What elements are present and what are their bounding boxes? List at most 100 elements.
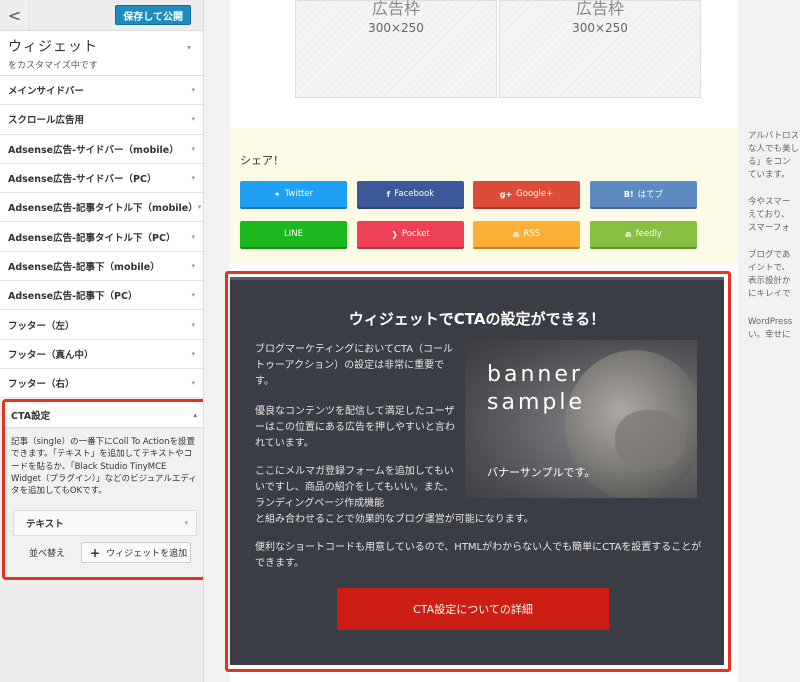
panel-title: ウィジェット — [8, 39, 98, 55]
chevron-down-icon: ▾ — [191, 349, 195, 358]
share-label: RSS — [523, 229, 541, 239]
share-section: シェア！ ✦ Twitter f Facebook g+ Google+ B! はてブ … — [230, 128, 738, 264]
cta-settings-section: CTA設定 ▴ 記事（single）の一番下にColl To Actionを設置… — [2, 399, 203, 580]
ad-size: 300×250 — [572, 21, 628, 35]
share-label: Pocket — [401, 229, 430, 239]
section-footer-right[interactable]: フッター（右） ▾ — [0, 368, 203, 399]
section-scroll-ad[interactable]: スクロール広告用 ▾ — [0, 105, 203, 135]
section-adsense-bottom-pc[interactable]: Adsense広告-記事下（PC） ▾ — [0, 281, 203, 311]
pocket-icon: ❯ — [391, 229, 398, 239]
f-icon: f — [386, 189, 391, 199]
reorder-link[interactable]: 並べ替え — [29, 546, 65, 559]
sidebar-line: アルバトロス — [748, 131, 800, 141]
section-label: フッター（左） — [8, 320, 75, 332]
sidebar-line: ています。 — [748, 170, 790, 180]
panel-header: ウィジェット をカスタマイズ中です ▾ — [0, 31, 203, 76]
section-label: メインサイドバー — [8, 86, 85, 98]
share-twitter-button[interactable]: ✦ Twitter — [240, 181, 347, 209]
chevron-up-icon: ▴ — [193, 410, 197, 419]
sidebar-line: 今やスマー — [748, 197, 791, 207]
share-feedly-button[interactable]: ⋒ feedly — [590, 221, 697, 249]
section-adsense-title-mobile[interactable]: Adsense広告-記事タイトル下（mobile） ▾ — [0, 193, 203, 223]
section-adsense-sidebar-pc[interactable]: Adsense広告-サイドバー（PC） ▾ — [0, 163, 203, 194]
plus-icon: + — [90, 545, 101, 560]
save-publish-button[interactable]: 保存して公開 — [115, 5, 191, 25]
main-column: 広告枠 300×250 広告枠 300×250 シェア！ ✦ Twitter fF… — [225, 0, 738, 682]
chevron-down-icon: ▾ — [184, 519, 188, 527]
section-adsense-sidebar-mobile[interactable]: Adsense広告-サイドバー（mobile） ▾ — [0, 134, 203, 164]
share-title: シェア！ — [240, 154, 284, 167]
section-adsense-bottom-mobile[interactable]: Adsense広告-記事下（mobile） ▾ — [0, 251, 203, 282]
section-label: Adsense広告-記事タイトル下（PC） — [8, 232, 176, 244]
chevron-down-icon: ▾ — [197, 203, 202, 212]
b-icon: B! — [623, 189, 634, 199]
gplus-icon: g+ — [499, 189, 513, 199]
sidebar-line: スマーフォ — [748, 223, 790, 233]
sidebar-line: イントで、 — [748, 263, 791, 273]
cta-section-title: CTA設定 — [11, 410, 51, 422]
chevron-down-icon: ▾ — [191, 174, 195, 183]
chevron-down-icon: ▾ — [191, 144, 195, 153]
feedly-icon: ⋒ — [625, 229, 632, 239]
chevron-down-icon: ▾ — [191, 291, 195, 300]
section-footer-center[interactable]: フッター（真ん中） ▾ — [0, 339, 203, 369]
section-label: Adsense広告-サイドバー（mobile） — [8, 144, 179, 156]
section-adsense-title-pc[interactable]: Adsense広告-記事タイトル下（PC） ▾ — [0, 222, 203, 252]
section-label: Adsense広告-記事下（PC） — [8, 291, 138, 303]
sidebar-line: 表示設計か — [748, 276, 791, 286]
widget-area-list: メインサイドバー ▾ スクロール広告用 ▾ Adsense広告-サイドバー（mobi… — [0, 76, 203, 399]
chevron-down-icon: ▾ — [191, 320, 195, 329]
sidebar-line: WordPress — [748, 317, 793, 327]
cta-actions: 並べ替え + ウィジェットを追加 — [5, 540, 203, 564]
chevron-left-icon: < — [7, 6, 22, 25]
share-label: Facebook — [394, 189, 435, 199]
rss-icon: ⋒ — [512, 229, 520, 239]
add-widget-button[interactable]: + ウィジェットを追加 — [81, 542, 191, 563]
cta-section-description: 記事（single）の一番下にColl To Actionを設置できます。「テキ… — [11, 437, 197, 497]
share-pocket-button[interactable]: ❯ Pocket — [357, 221, 464, 249]
chevron-down-icon: ▾ — [191, 86, 195, 95]
share-googleplus-button[interactable]: g+ Google+ — [473, 181, 580, 209]
share-label: feedly — [635, 229, 662, 239]
chevron-down-icon: ▾ — [191, 115, 195, 124]
customizer-topbar: < 保存して公開 — [0, 0, 203, 31]
share-line-button[interactable]: LINE — [240, 221, 347, 249]
sidebar-line: い。幸せに — [748, 330, 791, 340]
share-hatebu-button[interactable]: B! はてブ — [590, 181, 697, 209]
share-label: Twitter — [284, 189, 314, 199]
section-label: Adsense広告-記事タイトル下（mobile） — [8, 203, 198, 215]
highlight-outline — [225, 271, 731, 672]
sidebar-line: にキレイで — [748, 289, 791, 299]
ad-slot: 広告枠 300×250 — [499, 0, 701, 98]
bird-icon: ✦ — [273, 189, 281, 199]
text-widget[interactable]: テキスト ▾ — [13, 510, 197, 536]
sidebar-line: る」をコン — [748, 157, 791, 167]
sidebar-line: な人でも美し — [748, 144, 800, 154]
ad-slot: 広告枠 300×250 — [295, 0, 497, 98]
sidebar-line: えており、 — [748, 210, 790, 220]
section-label: フッター（真ん中） — [8, 349, 94, 361]
share-rss-button[interactable]: ⋒ RSS — [473, 221, 580, 249]
share-label: Google+ — [516, 189, 554, 199]
sidebar-line: ブログであ — [748, 250, 791, 260]
ad-label: 広告枠 — [371, 0, 420, 18]
chevron-down-icon: ▾ — [191, 261, 195, 270]
share-label: LINE — [284, 229, 303, 239]
section-label: Adsense広告-記事下（mobile） — [8, 261, 160, 273]
section-footer-left[interactable]: フッター（左） ▾ — [0, 310, 203, 340]
chevron-down-icon[interactable]: ▾ — [187, 43, 191, 52]
panel-subtitle: をカスタマイズ中です — [8, 61, 98, 71]
customizer-panel: < 保存して公開 ウィジェット をカスタマイズ中です ▾ メインサイドバー ▾ ス… — [0, 0, 204, 682]
share-facebook-button[interactable]: f Facebook — [357, 181, 464, 209]
chevron-down-icon: ▾ — [191, 379, 195, 388]
cta-section-header[interactable]: CTA設定 ▴ — [5, 402, 203, 428]
chevron-down-icon: ▾ — [191, 232, 195, 241]
section-main-sidebar[interactable]: メインサイドバー ▾ — [0, 76, 203, 106]
section-label: Adsense広告-サイドバー（PC） — [8, 174, 157, 186]
section-label: フッター（右） — [8, 379, 75, 391]
back-button[interactable]: < — [0, 0, 30, 31]
share-label: はてブ — [637, 190, 664, 200]
widget-title: テキスト — [26, 519, 64, 530]
ad-label: 広告枠 — [575, 0, 624, 18]
site-preview: 広告枠 300×250 広告枠 300×250 シェア！ ✦ Twitter fF… — [205, 0, 800, 682]
